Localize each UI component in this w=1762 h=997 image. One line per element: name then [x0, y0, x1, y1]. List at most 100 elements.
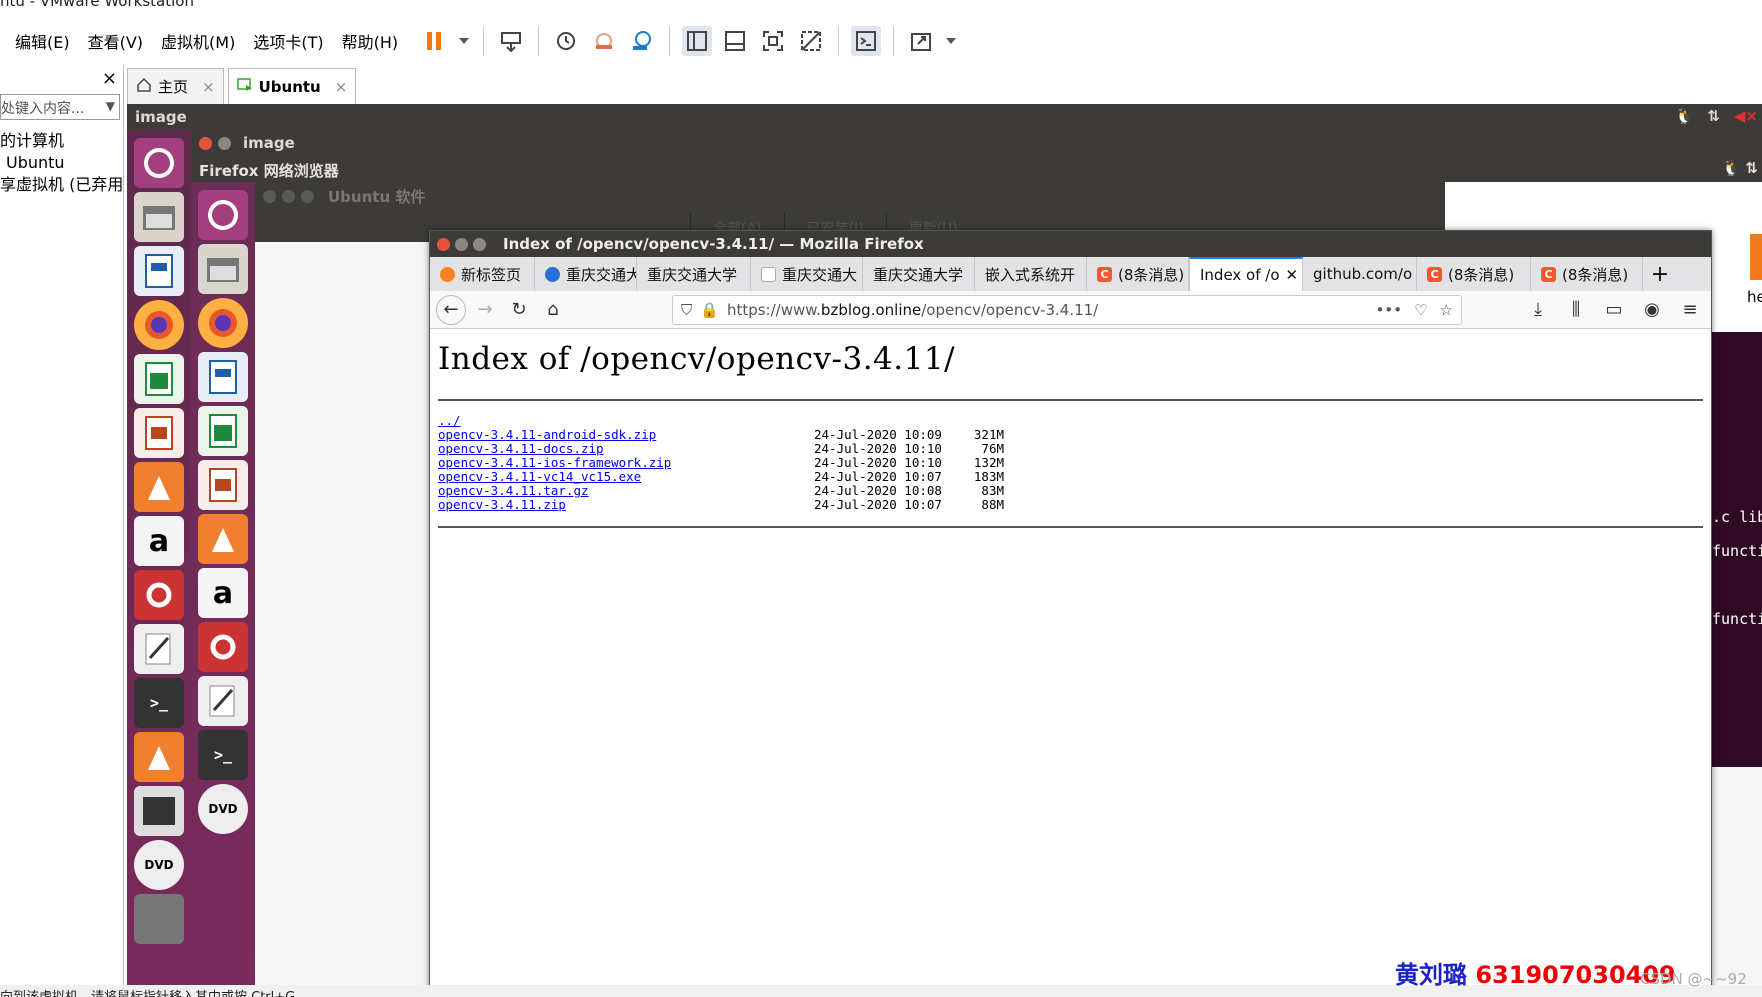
menu-vm[interactable]: 虚拟机(M)	[152, 29, 244, 53]
file-link[interactable]: opencv-3.4.11-docs.zip	[438, 441, 604, 456]
downloads-icon[interactable]: ⤓	[1523, 295, 1553, 325]
sidebar-icon[interactable]: ▭	[1599, 295, 1629, 325]
maximize-icon[interactable]	[301, 189, 314, 203]
network-icon[interactable]: ⇅	[1707, 107, 1720, 125]
software-center-icon[interactable]	[198, 514, 248, 564]
volume-muted-icon[interactable]: ◀×	[1734, 107, 1758, 125]
file-link[interactable]: opencv-3.4.11.zip	[438, 497, 566, 512]
home-icon[interactable]: ⌂	[538, 295, 568, 325]
text-editor-icon[interactable]	[198, 676, 248, 726]
thumbnail-view-icon[interactable]	[720, 26, 750, 56]
terminal-icon[interactable]: >_	[134, 678, 184, 728]
unity-mode-icon[interactable]	[796, 26, 826, 56]
chevron-down-icon[interactable]: ▼	[106, 99, 115, 113]
firefox-icon[interactable]	[198, 298, 248, 348]
dvd-icon[interactable]: DVD	[134, 840, 184, 890]
maximize-icon[interactable]	[473, 237, 486, 251]
system-settings-icon[interactable]	[198, 622, 248, 672]
writer-icon[interactable]	[134, 246, 184, 296]
back-arrow-icon[interactable]: ←	[436, 294, 466, 325]
forward-arrow-icon[interactable]: →	[470, 295, 500, 325]
tree-item-ubuntu[interactable]: Ubuntu	[0, 152, 124, 174]
close-icon[interactable]: ×	[102, 68, 117, 89]
penguin-icon[interactable]: 🐧	[1675, 107, 1694, 125]
page-actions-icon[interactable]: •••	[1376, 301, 1403, 319]
fullscreen-icon[interactable]	[758, 26, 788, 56]
close-icon[interactable]	[437, 237, 450, 251]
browser-tab[interactable]: C (8条消息)	[1087, 257, 1189, 291]
amazon-icon[interactable]: a	[198, 568, 248, 618]
file-link[interactable]: opencv-3.4.11.tar.gz	[438, 483, 589, 498]
browser-tab-active[interactable]: Index of /o ✕	[1189, 257, 1303, 291]
shield-icon[interactable]: ⛉	[681, 301, 692, 319]
browser-tab[interactable]: 重庆交通大	[535, 257, 637, 291]
browser-tab[interactable]: 新标签页	[430, 257, 535, 291]
snapshot-icon[interactable]	[551, 26, 581, 56]
tree-item-my-computer[interactable]: 的计算机	[0, 130, 124, 152]
terminal-icon[interactable]: >_	[198, 730, 248, 780]
close-icon[interactable]	[199, 136, 212, 150]
impress-icon[interactable]	[198, 460, 248, 510]
browser-tab[interactable]: 重庆交通大	[751, 257, 863, 291]
files-icon[interactable]	[198, 244, 248, 294]
software-center-icon[interactable]	[134, 732, 184, 782]
ubuntu-logo-icon[interactable]	[198, 190, 248, 240]
chevron-down-icon[interactable]	[944, 26, 958, 56]
trash-icon[interactable]	[134, 894, 184, 944]
tab-home[interactable]: 主页 ×	[127, 68, 224, 104]
chevron-down-icon[interactable]	[457, 26, 471, 56]
menu-tabs[interactable]: 选项卡(T)	[244, 29, 332, 53]
text-editor-icon[interactable]	[134, 624, 184, 674]
snapshot-manager-icon[interactable]	[627, 26, 657, 56]
system-settings-icon[interactable]	[134, 570, 184, 620]
account-icon[interactable]: ◉	[1637, 295, 1667, 325]
dvd-icon[interactable]: DVD	[198, 784, 248, 834]
browser-tab[interactable]: 嵌入式系统开	[975, 257, 1087, 291]
bookmark-star-icon[interactable]: ☆	[1440, 301, 1453, 319]
firefox-icon[interactable]	[134, 300, 184, 350]
library-view-icon[interactable]	[682, 26, 713, 56]
browser-tab[interactable]: C (8条消息)	[1531, 257, 1643, 291]
url-bar[interactable]: ⛉ 🔒 https://www.bzblog.online/opencv/ope…	[672, 294, 1462, 325]
calc-icon[interactable]	[198, 406, 248, 456]
menu-help[interactable]: 帮助(H)	[333, 29, 408, 53]
minimize-icon[interactable]	[218, 136, 231, 150]
console-view-icon[interactable]	[851, 26, 882, 56]
close-icon[interactable]: ✕	[1286, 266, 1299, 284]
minimize-icon[interactable]	[282, 189, 295, 203]
new-tab-button[interactable]: +	[1643, 257, 1677, 291]
stretch-guest-icon[interactable]	[906, 26, 936, 56]
workspace-icon[interactable]	[134, 786, 184, 836]
pause-icon[interactable]	[419, 26, 449, 56]
file-link[interactable]: opencv-3.4.11-ios-framework.zip	[438, 455, 671, 470]
library-icon[interactable]: ⫼	[1561, 295, 1591, 325]
ubuntu-logo-icon[interactable]	[134, 138, 184, 188]
impress-icon[interactable]	[134, 408, 184, 458]
browser-tab[interactable]: github.com/o	[1303, 257, 1417, 291]
calc-icon[interactable]	[134, 354, 184, 404]
tree-item-shared-vms[interactable]: 享虚拟机 (已弃用)	[0, 174, 124, 196]
writer-icon[interactable]	[198, 352, 248, 402]
minimize-icon[interactable]	[455, 237, 468, 251]
menu-view[interactable]: 查看(V)	[79, 29, 152, 53]
close-icon[interactable]: ×	[335, 78, 348, 96]
close-icon[interactable]	[263, 189, 276, 203]
file-link[interactable]: opencv-3.4.11-android-sdk.zip	[438, 427, 656, 442]
library-search-input[interactable]: 处键入内容... ▼	[0, 94, 120, 120]
close-icon[interactable]: ×	[202, 78, 215, 96]
amazon-icon[interactable]: a	[134, 516, 184, 566]
hamburger-menu-icon[interactable]: ≡	[1675, 295, 1705, 325]
pocket-icon[interactable]: ♡	[1414, 301, 1427, 319]
revert-snapshot-icon[interactable]	[589, 26, 619, 56]
penguin-icon[interactable]: 🐧 ⇅	[1722, 159, 1758, 177]
browser-tab[interactable]: 重庆交通大学	[863, 257, 975, 291]
menu-edit[interactable]: 编辑(E)	[6, 29, 79, 53]
tab-ubuntu[interactable]: Ubuntu ×	[227, 68, 357, 104]
file-link[interactable]: opencv-3.4.11-vc14_vc15.exe	[438, 469, 641, 484]
lock-icon[interactable]: 🔒	[700, 301, 719, 319]
send-ctrl-alt-del-icon[interactable]	[496, 26, 526, 56]
software-center-icon[interactable]	[134, 462, 184, 512]
reload-icon[interactable]: ↻	[504, 295, 534, 325]
browser-tab[interactable]: C (8条消息)	[1417, 257, 1531, 291]
files-icon[interactable]	[134, 192, 184, 242]
